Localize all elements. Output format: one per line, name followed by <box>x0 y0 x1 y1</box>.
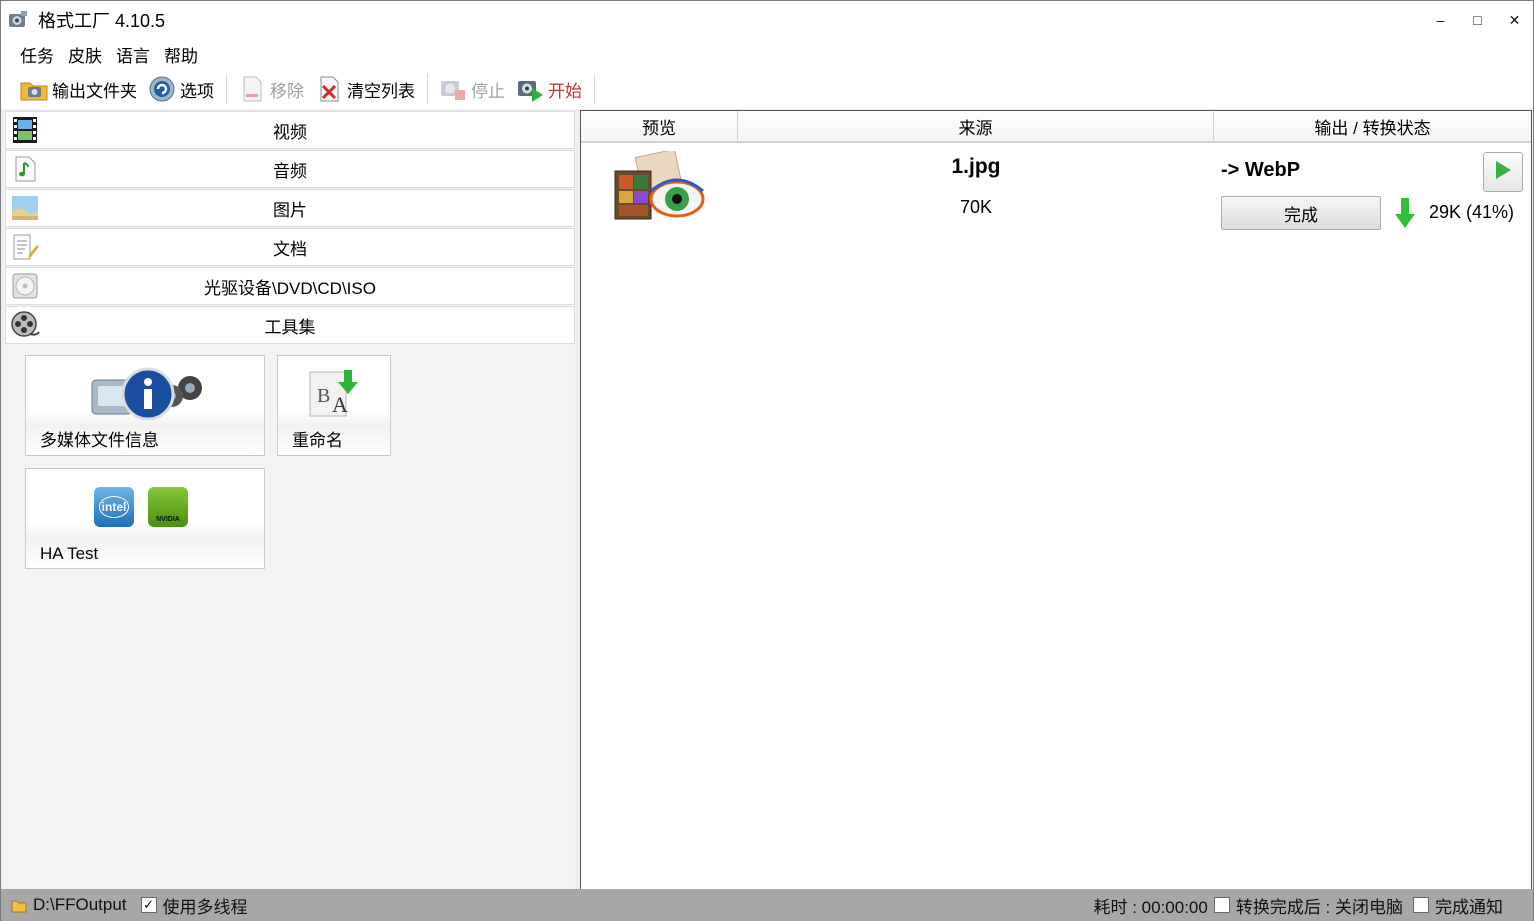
options-button[interactable]: 选项 <box>143 71 218 107</box>
toolbar-separator <box>594 74 595 104</box>
category-panel: 视频 音频 图片 文档 光驱设备\DVD\CD\ISO 工具集 多媒体文件信息 … <box>5 111 575 889</box>
output-format: -> WebP <box>1221 159 1301 181</box>
close-button[interactable]: ✕ <box>1496 1 1533 39</box>
document-pen-icon <box>10 232 40 262</box>
svg-text:A: A <box>332 392 348 417</box>
menu-help[interactable]: 帮助 <box>157 42 205 67</box>
shutdown-checkbox[interactable] <box>1213 897 1230 913</box>
options-icon <box>147 74 177 104</box>
format-factory-logo-icon <box>7 9 29 31</box>
menu-task[interactable]: 任务 <box>13 42 61 67</box>
toolbar-separator <box>427 74 428 104</box>
remove-icon <box>237 74 267 104</box>
status-bar: D:\FFOutput ✓ 使用多线程 耗时 : 00:00:00 转换完成后 … <box>1 889 1533 921</box>
output-folder-label: 输出文件夹 <box>52 81 137 101</box>
stop-button[interactable]: 停止 <box>434 71 509 107</box>
column-preview[interactable]: 预览 <box>581 111 738 141</box>
multithread-checkbox[interactable]: ✓ <box>140 897 157 913</box>
clear-list-button[interactable]: 清空列表 <box>310 71 419 107</box>
disc-drive-icon <box>10 271 40 301</box>
category-video[interactable]: 视频 <box>5 111 575 149</box>
window-title: 格式工厂 4.10.5 <box>38 11 166 31</box>
music-note-icon <box>10 154 40 184</box>
source-filename: 1.jpg <box>951 155 1001 178</box>
film-strip-icon <box>10 115 40 145</box>
start-icon <box>515 74 545 104</box>
column-source[interactable]: 来源 <box>738 111 1214 141</box>
app-window: 格式工厂 4.10.5 – □ ✕ 任务 皮肤 语言 帮助 输出文件夹 选项 移… <box>0 0 1534 921</box>
rename-icon: B A <box>306 368 364 418</box>
ha-test-label: HA Test <box>40 544 99 563</box>
status-done-button[interactable]: 完成 <box>1221 196 1381 230</box>
source-filesize: 70K <box>959 197 993 217</box>
size-reduced-arrow-icon <box>1394 196 1416 230</box>
category-image-label: 图片 <box>273 200 307 220</box>
multithread-label: 使用多线程 <box>162 897 248 917</box>
clear-list-label: 清空列表 <box>347 81 415 101</box>
output-size: 29K (41%) <box>1429 202 1515 222</box>
shutdown-label: 转换完成后 : 关闭电脑 <box>1235 897 1403 917</box>
nvidia-logo-text: NVIDIA <box>156 516 180 523</box>
tools-grid: 多媒体文件信息 B A 重命名 intel NVIDIA HA Test <box>5 345 575 885</box>
intel-logo-icon: intel <box>94 487 134 527</box>
menu-bar: 任务 皮肤 语言 帮助 <box>1 39 1533 69</box>
title-bar: 格式工厂 4.10.5 – □ ✕ <box>1 1 1533 39</box>
image-preview-icon <box>609 148 709 231</box>
film-reel-icon <box>10 310 40 340</box>
play-icon <box>1494 160 1512 185</box>
intel-logo-text: intel <box>98 496 130 518</box>
task-row[interactable]: 1.jpg 70K -> WebP 完成 29K (41%) <box>581 143 1531 233</box>
output-path[interactable]: D:\FFOutput <box>33 895 127 915</box>
maximize-button[interactable]: □ <box>1459 1 1496 39</box>
stop-icon <box>438 74 468 104</box>
task-list: 预览 来源 输出 / 转换状态 1.jpg 70K -> WebP 完成 29K… <box>580 110 1532 890</box>
menu-skin[interactable]: 皮肤 <box>61 42 109 67</box>
start-button[interactable]: 开始 <box>511 71 586 107</box>
options-label: 选项 <box>180 81 214 101</box>
rename-label: 重命名 <box>292 431 343 450</box>
category-audio[interactable]: 音频 <box>5 150 575 188</box>
category-document-label: 文档 <box>273 239 307 259</box>
category-document[interactable]: 文档 <box>5 228 575 266</box>
remove-button[interactable]: 移除 <box>233 71 308 107</box>
media-info-icon <box>88 366 206 422</box>
tool-rename[interactable]: B A 重命名 <box>277 355 391 456</box>
clear-list-icon <box>314 74 344 104</box>
menu-language[interactable]: 语言 <box>109 42 157 67</box>
column-output-status[interactable]: 输出 / 转换状态 <box>1214 111 1531 141</box>
landscape-picture-icon <box>10 193 40 223</box>
category-image[interactable]: 图片 <box>5 189 575 227</box>
output-folder-icon <box>19 74 49 104</box>
play-output-button[interactable] <box>1483 152 1523 192</box>
nvidia-logo-icon: NVIDIA <box>148 487 188 527</box>
notify-label: 完成通知 <box>1435 897 1503 917</box>
tool-media-info[interactable]: 多媒体文件信息 <box>25 355 265 456</box>
output-folder-button[interactable]: 输出文件夹 <box>15 71 141 107</box>
tool-ha-test[interactable]: intel NVIDIA HA Test <box>25 468 265 569</box>
media-info-label: 多媒体文件信息 <box>40 431 159 450</box>
category-disc-label: 光驱设备\DVD\CD\ISO <box>204 278 376 298</box>
remove-label: 移除 <box>270 81 304 101</box>
category-tools[interactable]: 工具集 <box>5 306 575 344</box>
start-label: 开始 <box>548 81 582 101</box>
category-video-label: 视频 <box>273 122 307 142</box>
task-list-header: 预览 来源 输出 / 转换状态 <box>581 111 1531 143</box>
stop-label: 停止 <box>471 81 505 101</box>
toolbar: 输出文件夹 选项 移除 清空列表 停止 开始 <box>1 69 1533 109</box>
category-tools-label: 工具集 <box>264 317 316 337</box>
toolbar-separator <box>226 74 227 104</box>
category-disc[interactable]: 光驱设备\DVD\CD\ISO <box>5 267 575 305</box>
svg-text:B: B <box>317 385 330 407</box>
category-audio-label: 音频 <box>273 161 307 181</box>
folder-icon[interactable] <box>11 898 27 913</box>
elapsed-time: 耗时 : 00:00:00 <box>1093 897 1208 917</box>
minimize-button[interactable]: – <box>1422 1 1459 39</box>
notify-checkbox[interactable] <box>1413 897 1429 913</box>
